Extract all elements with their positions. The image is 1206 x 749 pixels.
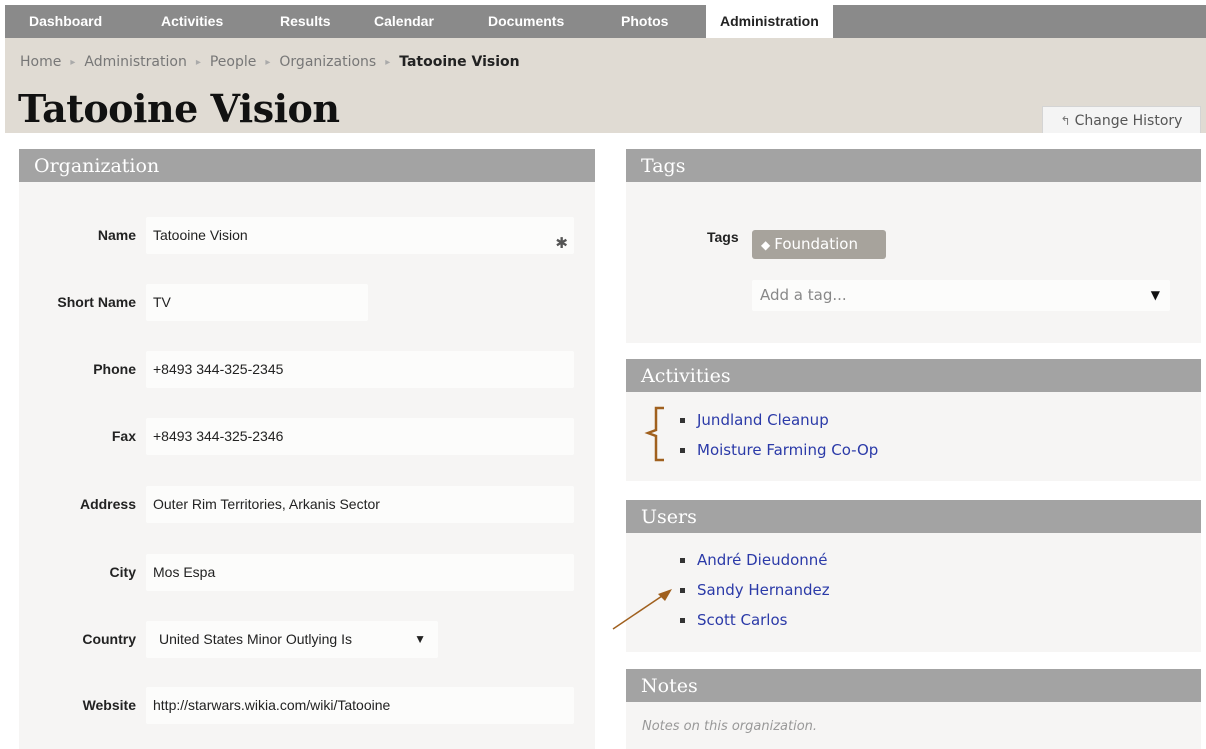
top-nav: Dashboard Activities Results Calendar Do… [5,5,1206,38]
short-name-input[interactable]: TV [146,284,368,321]
breadcrumb-people[interactable]: People [210,54,257,70]
breadcrumb-administration[interactable]: Administration [84,54,186,70]
fax-input[interactable]: +8493 344-325-2346 [146,418,574,455]
activities-heading: Activities [626,359,1201,392]
name-label: Name [97,227,136,243]
country-label: Country [82,631,136,647]
breadcrumb-separator-icon: ▸ [385,57,391,68]
tab-dashboard[interactable]: Dashboard [29,5,102,38]
breadcrumb-separator-icon: ▸ [70,57,76,68]
address-input[interactable]: Outer Rim Territories, Arkanis Sector [146,486,574,523]
phone-input[interactable]: +8493 344-325-2345 [146,351,574,388]
annotation-bracket [644,406,664,462]
city-input[interactable]: Mos Espa [146,554,574,591]
notes-heading: Notes [626,669,1201,702]
address-label: Address [79,496,136,512]
tab-calendar[interactable]: Calendar [374,5,434,38]
name-input[interactable]: Tatooine Vision ✱ [146,217,574,254]
phone-value: +8493 344-325-2345 [153,361,284,377]
tab-activities[interactable]: Activities [161,5,223,38]
tag-icon: ◆ [761,238,771,252]
website-value: http://starwars.wikia.com/wiki/Tatooine [153,697,391,713]
add-tag-placeholder: Add a tag... [760,286,847,304]
city-value: Mos Espa [153,564,216,580]
tags-panel: Tags [626,149,1201,343]
change-history-label: Change History [1074,113,1183,129]
address-value: Outer Rim Territories, Arkanis Sector [153,496,380,512]
country-select[interactable]: United States Minor Outlying Is ▼ [146,621,438,658]
phone-label: Phone [93,361,136,377]
website-label: Website [82,697,136,713]
notes-textarea[interactable]: Notes on this organization. [642,719,817,734]
organization-heading: Organization [19,149,595,182]
tab-documents[interactable]: Documents [488,5,564,38]
tab-administration[interactable]: Administration [706,5,833,38]
phone-row: Phone +8493 344-325-2345 [19,351,595,388]
dropdown-arrow-icon: ▼ [414,632,426,646]
breadcrumb-organizations[interactable]: Organizations [279,54,376,70]
annotation-arrow [612,589,672,630]
activities-list: Jundland Cleanup Moisture Farming Co-Op [676,405,878,465]
users-list: André Dieudonné Sandy Hernandez Scott Ca… [676,545,830,635]
breadcrumb-separator-icon: ▸ [195,57,201,68]
tag-foundation[interactable]: ◆ Foundation [752,230,886,259]
fax-row: Fax +8493 344-325-2346 [19,418,595,455]
tab-results[interactable]: Results [280,5,331,38]
breadcrumb: Home ▸ Administration ▸ People ▸ Organizations… [20,54,520,70]
translate-icon[interactable]: ✱ [555,225,568,254]
tags-label: Tags [707,229,739,245]
city-label: City [109,564,136,580]
fax-value: +8493 344-325-2346 [153,428,284,444]
short-name-row: Short Name TV [19,284,595,321]
country-row: Country United States Minor Outlying Is … [19,621,595,658]
name-row: Name Tatooine Vision ✱ [19,217,595,254]
website-input[interactable]: http://starwars.wikia.com/wiki/Tatooine [146,687,574,724]
tags-heading: Tags [626,149,1201,182]
user-link[interactable]: Scott Carlos [676,605,830,635]
activity-link[interactable]: Moisture Farming Co-Op [676,435,878,465]
website-row: Website http://starwars.wikia.com/wiki/T… [19,687,595,724]
user-link[interactable]: André Dieudonné [676,545,830,575]
organization-panel: Organization Name Tatooine Vision ✱ Shor… [19,149,595,749]
fax-label: Fax [111,428,136,444]
add-tag-input[interactable]: Add a tag... ▼ [752,280,1170,311]
breadcrumb-home[interactable]: Home [20,54,61,70]
page-header: Home ▸ Administration ▸ People ▸ Organizations… [5,38,1206,133]
short-name-label: Short Name [57,294,136,310]
address-row: Address Outer Rim Territories, Arkanis S… [19,486,595,523]
tab-photos[interactable]: Photos [621,5,668,38]
dropdown-arrow-icon: ▼ [1150,288,1160,302]
tag-label: Foundation [774,235,858,253]
city-row: City Mos Espa [19,554,595,591]
user-link[interactable]: Sandy Hernandez [676,575,830,605]
users-heading: Users [626,500,1201,533]
name-value: Tatooine Vision [153,227,248,243]
change-history-button[interactable]: ↰ Change History [1042,106,1201,133]
short-name-value: TV [153,294,171,310]
undo-arrow-icon: ↰ [1060,114,1071,128]
activity-link[interactable]: Jundland Cleanup [676,405,878,435]
country-value: United States Minor Outlying Is [159,631,352,647]
notes-panel: Notes [626,669,1201,749]
breadcrumb-current: Tatooine Vision [399,54,520,70]
page-title: Tatooine Vision [18,86,340,131]
breadcrumb-separator-icon: ▸ [265,57,271,68]
